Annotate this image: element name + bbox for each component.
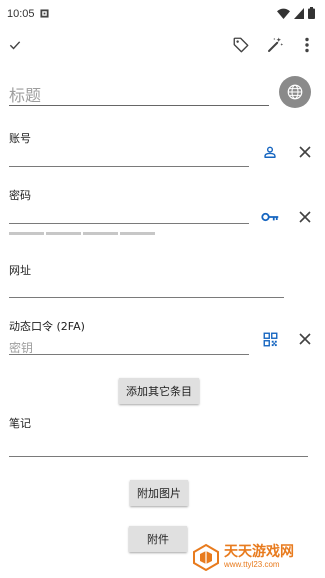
password-strength-bar: [9, 232, 155, 235]
title-input[interactable]: 标题: [9, 80, 269, 106]
toolbar: [0, 28, 325, 62]
watermark-url: www.ttyl23.com: [224, 560, 280, 569]
url-field[interactable]: [9, 297, 284, 298]
magic-button[interactable]: [264, 34, 286, 56]
account-field[interactable]: [9, 166, 249, 167]
attachment-button[interactable]: 附件: [129, 526, 187, 552]
close-icon: [299, 333, 311, 345]
check-icon: [9, 41, 21, 50]
add-image-button[interactable]: 附加图片: [130, 480, 188, 506]
add-entry-button[interactable]: 添加其它条目: [119, 378, 199, 404]
password-field[interactable]: [9, 223, 249, 224]
close-icon: [299, 211, 311, 223]
notes-label: 笔记: [9, 417, 31, 430]
wifi-icon: [277, 8, 290, 19]
key-icon: [261, 212, 279, 222]
strength-segment: [120, 232, 155, 235]
remove-totp-button[interactable]: [295, 329, 315, 349]
tag-button[interactable]: [230, 34, 252, 56]
password-label: 密码: [9, 189, 31, 202]
totp-secret-field[interactable]: [9, 354, 249, 355]
magic-wand-icon: [268, 37, 284, 52]
globe-icon: [287, 84, 303, 100]
strength-segment: [46, 232, 81, 235]
account-label: 账号: [9, 132, 31, 145]
scan-qr-button[interactable]: [260, 329, 280, 349]
url-label: 网址: [9, 264, 31, 277]
more-vert-icon: [305, 37, 309, 53]
signal-icon: [294, 7, 304, 19]
watermark-logo-icon: [193, 543, 219, 571]
status-bar: 10:05: [0, 0, 325, 26]
notes-field[interactable]: [9, 456, 308, 457]
strength-segment: [83, 232, 118, 235]
totp-label: 动态口令 (2FA): [9, 320, 85, 333]
watermark: 天天游戏网 www.ttyl23.com: [192, 542, 320, 572]
watermark-text: 天天游戏网 www.ttyl23.com: [224, 545, 294, 569]
qr-code-icon: [263, 332, 277, 346]
remove-account-button[interactable]: [295, 142, 315, 162]
person-icon: [264, 146, 276, 158]
status-time: 10:05: [7, 8, 35, 20]
strength-segment: [9, 232, 44, 235]
more-options-button[interactable]: [296, 34, 318, 56]
close-icon: [299, 146, 311, 158]
watermark-title: 天天游戏网: [224, 544, 294, 560]
tag-icon: [233, 37, 249, 53]
battery-icon: [308, 7, 315, 19]
remove-password-button[interactable]: [295, 207, 315, 227]
save-button[interactable]: [4, 34, 26, 56]
account-picker-button[interactable]: [260, 142, 280, 162]
password-generator-button[interactable]: [260, 207, 280, 227]
status-icons: [277, 7, 315, 19]
notification-icon: [40, 9, 49, 18]
website-icon-button[interactable]: [279, 76, 311, 108]
